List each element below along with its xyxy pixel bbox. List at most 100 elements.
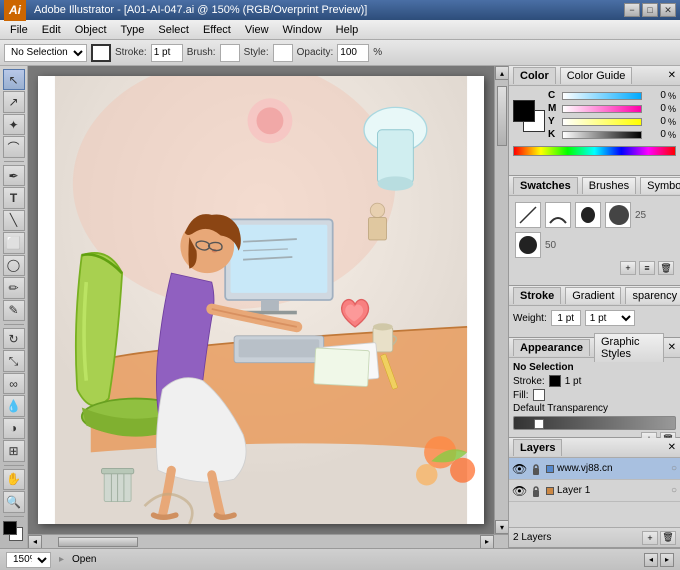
transparency-thumb[interactable]	[534, 419, 544, 429]
layer-0-eye[interactable]: 👁	[512, 462, 526, 476]
swatches-tab[interactable]: Swatches	[513, 177, 578, 194]
scroll-down-arrow[interactable]: ▾	[495, 520, 508, 534]
symbols-tab[interactable]: Symbols	[640, 177, 680, 194]
fill-stroke-swatches[interactable]	[3, 521, 25, 542]
menu-effect[interactable]: Effect	[197, 22, 237, 38]
tool-direct-selection[interactable]: ↗	[3, 91, 25, 112]
layer-1-eye[interactable]: 👁	[512, 484, 526, 498]
weight-select[interactable]: 1 pt 2 pt 3 pt	[585, 310, 635, 326]
scroll-up-arrow[interactable]: ▴	[495, 66, 508, 80]
page-next-btn[interactable]: ▸	[660, 553, 674, 567]
brush-item-3[interactable]	[575, 202, 601, 228]
menu-edit[interactable]: Edit	[36, 22, 67, 38]
scroll-left-arrow[interactable]: ◂	[28, 535, 42, 549]
layer-0-lock[interactable]	[529, 462, 543, 476]
appearance-tab[interactable]: Appearance	[513, 339, 590, 356]
vertical-scrollbar[interactable]: ▴ ▾	[494, 66, 508, 534]
swatch-delete-btn[interactable]: 🗑	[658, 261, 674, 275]
c-slider[interactable]	[562, 92, 642, 100]
selection-dropdown[interactable]: No Selection	[4, 44, 87, 62]
menu-window[interactable]: Window	[277, 22, 328, 38]
tool-rect[interactable]: ⬜	[3, 232, 25, 253]
color-spectrum[interactable]	[513, 146, 676, 156]
scroll-right-arrow[interactable]: ▸	[480, 535, 494, 549]
close-button[interactable]: ✕	[660, 3, 676, 17]
menu-type[interactable]: Type	[115, 22, 151, 38]
tool-ellipse[interactable]: ◯	[3, 255, 25, 276]
m-slider[interactable]	[562, 105, 642, 113]
swatches-panel-header: Swatches Brushes Symbols ✕	[509, 176, 680, 196]
layer-0-target[interactable]: ○	[671, 463, 677, 474]
tool-scale[interactable]: ⤡	[3, 350, 25, 371]
brush-item-4[interactable]	[605, 202, 631, 228]
layer-1-lock[interactable]	[529, 484, 543, 498]
layer-1-target[interactable]: ○	[671, 485, 677, 496]
menu-view[interactable]: View	[239, 22, 275, 38]
brush-input[interactable]	[220, 44, 240, 62]
fg-color-swatch[interactable]	[513, 100, 535, 122]
stroke-tab[interactable]: Stroke	[513, 287, 561, 304]
swatch-new-btn[interactable]: +	[620, 261, 636, 275]
brush-item-1[interactable]	[515, 202, 541, 228]
transparency-bar[interactable]	[513, 416, 676, 430]
tool-magic-wand[interactable]: ✦	[3, 114, 25, 135]
delete-layer-btn[interactable]: 🗑	[660, 531, 676, 545]
tool-pencil[interactable]: ✎	[3, 300, 25, 321]
weight-input[interactable]	[551, 310, 581, 326]
horizontal-scrollbar[interactable]: ◂ ▸	[28, 534, 508, 548]
menu-object[interactable]: Object	[69, 22, 113, 38]
title-bar-left: Ai Adobe Illustrator - [A01-AI-047.ai @ …	[4, 0, 367, 21]
tool-line[interactable]: ╲	[3, 210, 25, 231]
layers-tab[interactable]: Layers	[513, 439, 562, 456]
tool-zoom[interactable]: 🔍	[3, 491, 25, 512]
k-label: K	[548, 129, 560, 140]
new-layer-btn[interactable]: +	[642, 531, 658, 545]
appearance-fill-swatch[interactable]	[533, 389, 545, 401]
color-guide-tab[interactable]: Color Guide	[560, 67, 633, 84]
tool-brush[interactable]: ✏	[3, 277, 25, 298]
style-input[interactable]	[273, 44, 293, 62]
tool-separator-4	[4, 516, 24, 517]
tool-type[interactable]: T	[3, 187, 25, 208]
appearance-panel-close[interactable]: ✕	[668, 342, 676, 353]
layer-row-0[interactable]: 👁 www.vj88.cn ○	[509, 458, 680, 480]
transparency-tab[interactable]: sparency	[625, 287, 680, 304]
opacity-input[interactable]	[337, 44, 369, 62]
title-bar-buttons[interactable]: − □ ✕	[624, 3, 676, 17]
brushes-tab[interactable]: Brushes	[582, 177, 636, 194]
tool-eyedropper[interactable]: 💧	[3, 395, 25, 416]
tool-rotate[interactable]: ↻	[3, 328, 25, 349]
layer-row-1[interactable]: 👁 Layer 1 ○	[509, 480, 680, 502]
y-slider[interactable]	[562, 118, 642, 126]
tool-mesh[interactable]: ⊞	[3, 440, 25, 461]
brush-item-5[interactable]	[515, 232, 541, 258]
stroke-input[interactable]	[151, 44, 183, 62]
scroll-thumb-vertical[interactable]	[497, 86, 507, 146]
scroll-thumb-horizontal[interactable]	[58, 537, 138, 547]
tool-lasso[interactable]: ⌒	[3, 136, 25, 157]
maximize-button[interactable]: □	[642, 3, 658, 17]
swatch-menu-btn[interactable]: ≡	[639, 261, 655, 275]
graphic-styles-tab[interactable]: Graphic Styles	[594, 333, 664, 362]
minimize-button[interactable]: −	[624, 3, 640, 17]
page-prev-btn[interactable]: ◂	[644, 553, 658, 567]
layers-panel-close[interactable]: ✕	[668, 442, 676, 453]
m-percent: %	[668, 104, 676, 114]
menu-file[interactable]: File	[4, 22, 34, 38]
gradient-tab[interactable]: Gradient	[565, 287, 621, 304]
fg-bg-swatch[interactable]	[513, 100, 545, 132]
tool-hand[interactable]: ✋	[3, 469, 25, 490]
zoom-select[interactable]: 150% 100% 200%	[6, 552, 51, 568]
menu-select[interactable]: Select	[152, 22, 195, 38]
tool-pen[interactable]: ✒	[3, 165, 25, 186]
color-panel-close[interactable]: ✕	[668, 70, 676, 81]
title-bar: Ai Adobe Illustrator - [A01-AI-047.ai @ …	[0, 0, 680, 20]
color-tab[interactable]: Color	[513, 67, 556, 84]
brush-item-2[interactable]	[545, 202, 571, 228]
appearance-stroke-swatch[interactable]	[549, 375, 561, 387]
menu-help[interactable]: Help	[330, 22, 365, 38]
tool-gradient[interactable]: ◑	[3, 418, 25, 439]
tool-selection[interactable]: ↖	[3, 69, 25, 90]
k-slider[interactable]	[562, 131, 642, 139]
tool-blend[interactable]: ∞	[3, 373, 25, 394]
